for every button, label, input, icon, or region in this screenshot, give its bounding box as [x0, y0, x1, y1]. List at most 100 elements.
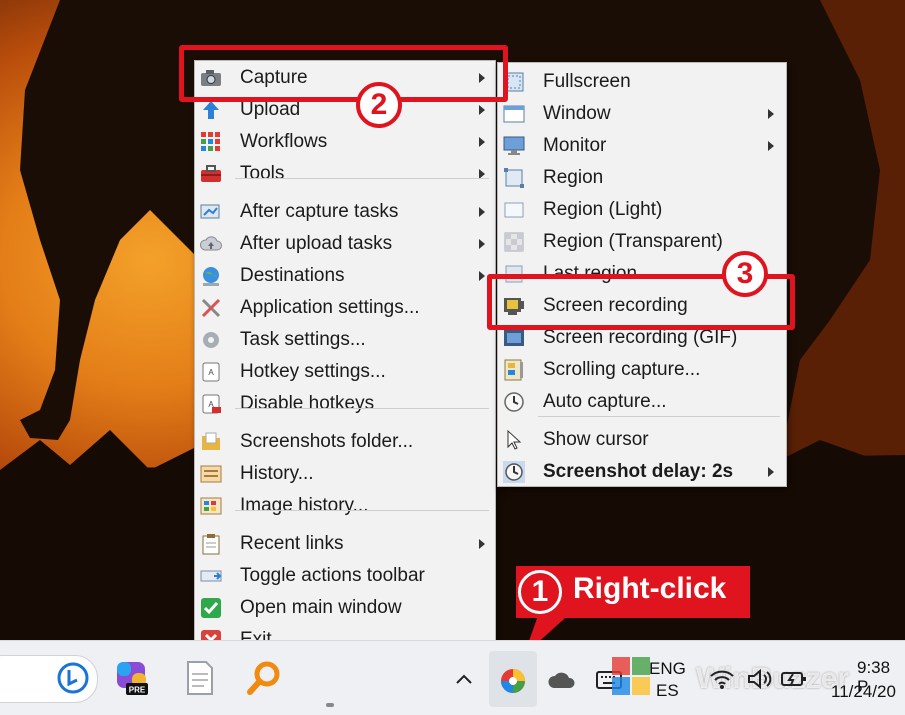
key-disabled-icon: A	[200, 393, 222, 415]
capture-item-label: Region (Light)	[543, 199, 663, 220]
globe-icon	[200, 265, 222, 287]
submenu-arrow-icon	[479, 239, 485, 249]
menu-item-label: Destinations	[240, 265, 345, 286]
menu-item-tools[interactable]: Tools	[195, 158, 495, 190]
gif-recording-icon	[503, 327, 525, 349]
bing-icon[interactable]	[56, 661, 90, 695]
battery-charging-icon[interactable]	[780, 667, 808, 691]
scrolling-capture-icon	[503, 359, 525, 381]
menu-item-label: History...	[240, 463, 314, 484]
cloud-upload-icon-glyph	[199, 236, 222, 251]
menu-item-label: Hotkey settings...	[240, 361, 386, 382]
clock-date[interactable]: 11/24/20	[831, 682, 896, 701]
menu-item-application-settings[interactable]: Application settings...	[195, 292, 495, 324]
check-icon-glyph	[201, 598, 221, 618]
monitor-icon	[503, 135, 525, 157]
step-3-badge: 3	[722, 251, 768, 297]
region-transparent-icon	[503, 231, 525, 253]
submenu-arrow-icon	[479, 105, 485, 115]
magnifier-search-icon[interactable]	[246, 659, 282, 697]
toolbox-icon-glyph	[201, 165, 221, 182]
gear-icon	[200, 329, 222, 351]
capture-item-window[interactable]: Window	[498, 98, 786, 130]
capture-item-label: Window	[543, 103, 611, 124]
menu-item-history[interactable]: History...	[195, 458, 495, 490]
menu-item-task-settings[interactable]: Task settings...	[195, 324, 495, 356]
menu-item-disable-hotkeys[interactable]: A Disable hotkeys	[195, 388, 495, 420]
window-icon-glyph	[503, 105, 525, 123]
capture-item-label: Fullscreen	[543, 71, 631, 92]
wrench-screwdriver-icon	[200, 297, 222, 319]
image-history-icon	[200, 495, 222, 517]
folder-icon-glyph	[202, 432, 220, 450]
capture-item-screenshot-delay-2s[interactable]: Screenshot delay: 2s	[498, 456, 786, 488]
clipboard-icon	[200, 533, 222, 555]
delay-clock-icon	[503, 461, 525, 483]
capture-item-auto-capture[interactable]: Auto capture...	[498, 386, 786, 418]
menu-item-toggle-actions-toolbar[interactable]: Toggle actions toolbar	[195, 560, 495, 592]
capture-item-label: Auto capture...	[543, 391, 667, 412]
folder-icon	[200, 431, 222, 453]
menu-item-image-history[interactable]: Image history...	[195, 490, 495, 522]
menu-item-label: Application settings...	[240, 297, 420, 318]
menu-item-destinations[interactable]: Destinations	[195, 260, 495, 292]
workflows-grid-icon	[200, 131, 222, 153]
highlight-capture	[179, 45, 508, 102]
history-icon-glyph	[200, 465, 222, 483]
chevron-up-icon[interactable]	[452, 667, 476, 691]
capture-item-show-cursor[interactable]: Show cursor	[498, 424, 786, 456]
globe-icon-glyph	[203, 267, 219, 286]
menu-item-after-capture-tasks[interactable]: After capture tasks	[195, 196, 495, 228]
svg-text:A: A	[208, 368, 214, 377]
capture-item-region-light[interactable]: Region (Light)	[498, 194, 786, 226]
menu-item-open-main-window[interactable]: Open main window	[195, 592, 495, 624]
submenu-arrow-icon	[768, 109, 774, 119]
menu-item-label: Open main window	[240, 597, 402, 618]
capture-item-scrolling-capture[interactable]: Scrolling capture...	[498, 354, 786, 386]
submenu-arrow-icon	[479, 539, 485, 549]
capture-item-region[interactable]: Region	[498, 162, 786, 194]
tray-context-menu: Capture Upload Workflows Tools After capture…	[194, 60, 496, 657]
language-indicator-line1[interactable]: ENG	[649, 659, 686, 678]
toolbar-icon	[200, 565, 222, 587]
taskbar-indicator	[326, 703, 334, 707]
check-icon	[200, 597, 222, 619]
submenu-arrow-icon	[768, 141, 774, 151]
capture-item-monitor[interactable]: Monitor	[498, 130, 786, 162]
menu-item-recent-links[interactable]: Recent links	[195, 528, 495, 560]
menu-item-workflows[interactable]: Workflows	[195, 126, 495, 158]
image-history-icon-glyph	[200, 497, 222, 515]
menu-item-after-upload-tasks[interactable]: After upload tasks	[195, 228, 495, 260]
cursor-icon-glyph	[507, 429, 522, 450]
sharex-tray-icon[interactable]	[497, 665, 529, 697]
wifi-icon[interactable]	[708, 667, 736, 691]
menu-item-label: After upload tasks	[240, 233, 393, 254]
copilot-pre-icon[interactable]: PRE	[114, 659, 152, 697]
submenu-arrow-icon	[479, 137, 485, 147]
clock-icon	[503, 391, 525, 413]
notepad-icon[interactable]	[184, 659, 216, 697]
wrench-screwdriver-icon-glyph	[201, 298, 221, 318]
region-icon-glyph	[504, 168, 524, 188]
capture-item-label: Region (Transparent)	[543, 231, 723, 252]
capture-item-fullscreen[interactable]: Fullscreen	[498, 66, 786, 98]
menu-separator	[538, 416, 780, 417]
region-light-icon-glyph	[504, 202, 524, 218]
volume-icon[interactable]	[746, 667, 774, 691]
capture-item-label: Region	[543, 167, 604, 188]
region-transparent-icon-glyph	[504, 232, 524, 252]
upload-arrow-icon	[200, 99, 222, 121]
menu-separator	[235, 408, 489, 409]
menu-item-hotkey-settings[interactable]: A Hotkey settings...	[195, 356, 495, 388]
clock-icon-glyph	[504, 392, 524, 412]
onedrive-cloud-icon[interactable]	[546, 669, 576, 691]
right-click-label: Right-click	[573, 572, 727, 605]
menu-item-label: Disable hotkeys	[240, 393, 375, 414]
language-indicator-line2[interactable]: ES	[656, 681, 679, 700]
menu-item-screenshots-folder[interactable]: Screenshots folder...	[195, 426, 495, 458]
menu-item-label: Task settings...	[240, 329, 366, 350]
key-icon: A	[200, 361, 222, 383]
toolbar-icon-glyph	[200, 570, 222, 582]
gear-icon-glyph	[203, 332, 219, 348]
capture-item-label: Screenshot delay: 2s	[543, 461, 734, 482]
